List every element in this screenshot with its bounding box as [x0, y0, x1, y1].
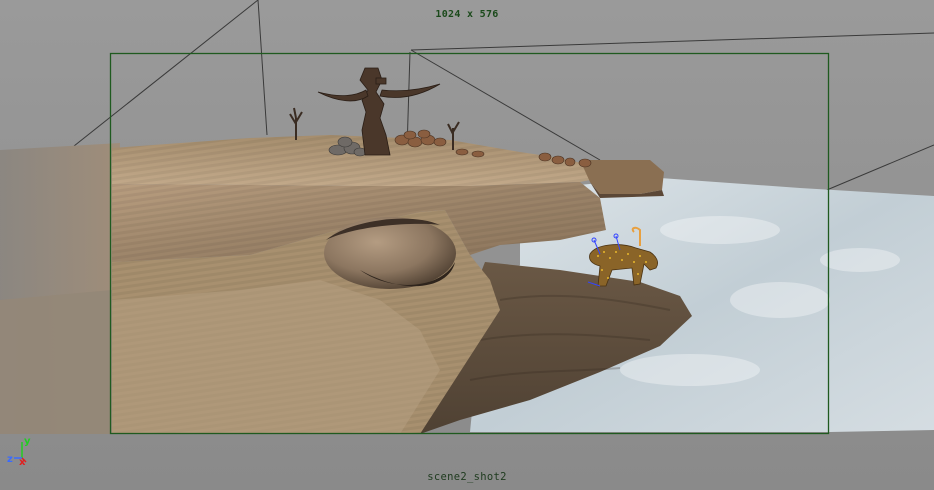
axis-x-label: x	[19, 457, 26, 468]
3d-viewport[interactable]: 1024 x 576 scene2_shot2 y z x	[0, 0, 934, 490]
axis-y-label: y	[24, 436, 31, 447]
resolution-label: 1024 x 576	[435, 9, 499, 20]
camera-name-label: scene2_shot2	[427, 471, 507, 483]
boulder	[324, 217, 456, 289]
axis-z-label: z	[7, 454, 13, 465]
axis-gizmo: y z x	[7, 436, 31, 468]
scene-render[interactable]	[0, 0, 934, 490]
